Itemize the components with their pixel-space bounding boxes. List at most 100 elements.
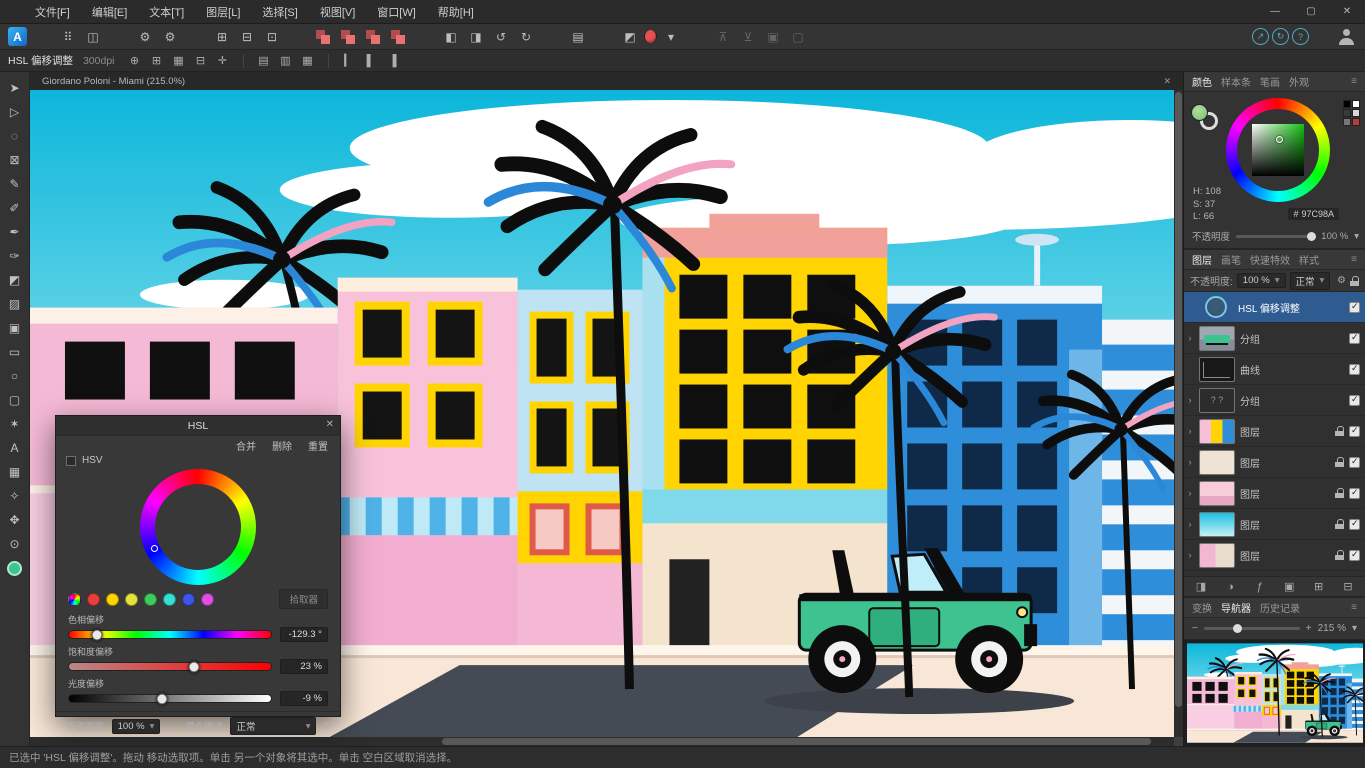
mini-swatch-3[interactable] (1352, 109, 1360, 117)
hsl-dialog-title-bar[interactable]: HSL (56, 416, 340, 436)
layer-row[interactable]: ›分组 (1184, 385, 1365, 416)
colour-swatch-3[interactable] (125, 593, 138, 606)
minimize-button[interactable]: — (1257, 0, 1293, 24)
mask-layer-icon[interactable]: ◨ (1193, 580, 1209, 593)
transparency-tool[interactable]: ▨ (3, 292, 27, 315)
visibility-checkbox[interactable] (1349, 333, 1360, 344)
visibility-checkbox[interactable] (1349, 364, 1360, 375)
visibility-checkbox[interactable] (1349, 457, 1360, 468)
fill-tool[interactable]: ◩ (3, 268, 27, 291)
help-circle-icon[interactable]: ? (1292, 28, 1309, 45)
picker-button[interactable]: 拾取器 (279, 589, 328, 609)
slider-thumb[interactable] (156, 693, 167, 704)
canvas-area[interactable]: Giordano Poloni - Miami (215.0%) HSL 合并删… (30, 72, 1183, 746)
ellipse-tool[interactable]: ○ (3, 364, 27, 387)
share-circle-icon[interactable]: ↗ (1252, 28, 1269, 45)
layer-row[interactable]: ›图层 (1184, 478, 1365, 509)
layers-blend-dropdown[interactable]: 正常 (1290, 272, 1331, 290)
zoom-out-icon[interactable] (1192, 623, 1198, 634)
node-brush-tool[interactable]: ✑ (3, 244, 27, 267)
affinity-logo[interactable]: A (8, 27, 27, 46)
layers-tab-2[interactable]: 快速特效 (1250, 252, 1290, 267)
pixel-tool[interactable]: ▦ (3, 460, 27, 483)
visibility-checkbox[interactable] (1349, 395, 1360, 406)
nav-tab-0[interactable]: 变换 (1192, 600, 1212, 615)
align-right-icon[interactable]: ▦ (298, 52, 318, 70)
add-layer-icon[interactable]: ⊞ (1311, 580, 1327, 593)
distribute-right-icon[interactable]: ▐ (383, 52, 403, 70)
mini-swatch-1[interactable] (1352, 100, 1360, 108)
brush-tool[interactable]: ✐ (3, 196, 27, 219)
designer-persona-icon[interactable]: ⠿ (57, 27, 79, 47)
rectangle-tool[interactable]: ▭ (3, 340, 27, 363)
node-tool[interactable]: ▷ (3, 100, 27, 123)
layer-row[interactable]: ›图层 (1184, 509, 1365, 540)
move-tool[interactable]: ➤ (3, 76, 27, 99)
expander-icon[interactable]: › (1186, 426, 1194, 436)
transform-origin-icon[interactable]: ⊕ (125, 52, 145, 70)
fill-stroke-indicator[interactable] (1191, 104, 1219, 128)
expander-icon[interactable]: › (1186, 333, 1194, 343)
distribute-left-icon[interactable]: ▎ (339, 52, 359, 70)
order-front-icon[interactable]: ⊼ (712, 27, 734, 47)
hex-value-field[interactable]: # 97C98A (1288, 208, 1339, 220)
layer-row[interactable]: 曲线 (1184, 354, 1365, 385)
colour-picker-tool[interactable]: ✧ (3, 484, 27, 507)
visibility-checkbox[interactable] (1349, 519, 1360, 530)
nav-tab-2[interactable]: 历史记录 (1260, 600, 1300, 615)
opacity-dropdown[interactable]: 100 % (112, 719, 161, 734)
rotate-cw-icon[interactable]: ↻ (515, 27, 537, 47)
slider-thumb[interactable] (189, 661, 200, 672)
flip-horizontal-icon[interactable]: ◧ (440, 27, 462, 47)
hue-ring-marker[interactable] (151, 545, 158, 552)
expander-icon[interactable]: › (1186, 550, 1194, 560)
ungroup-icon[interactable]: ▢ (787, 27, 809, 47)
enable-snapping-icon[interactable]: ⊞ (147, 52, 167, 70)
rotate-ccw-icon[interactable]: ↺ (490, 27, 512, 47)
panel-menu-icon[interactable] (1351, 254, 1357, 265)
mini-swatch-4[interactable] (1343, 118, 1351, 126)
alignment-icon[interactable]: ▤ (567, 27, 589, 47)
align-center-icon[interactable]: ▥ (276, 52, 296, 70)
lock-children-icon[interactable] (1350, 276, 1359, 286)
document-close-icon[interactable] (1163, 76, 1171, 87)
account-icon[interactable] (1335, 27, 1357, 47)
saturation-lightness-square[interactable] (1252, 124, 1304, 176)
luminosity-slider-track[interactable] (68, 694, 272, 703)
boolean-add-icon[interactable] (313, 27, 335, 47)
visibility-checkbox[interactable] (1349, 302, 1360, 313)
hsl-colour-wheel[interactable] (140, 469, 256, 585)
adjustment-layer-icon[interactable]: ◑ (1222, 581, 1238, 593)
vertical-scrollbar[interactable] (1174, 90, 1183, 737)
hsl-action-1[interactable]: 删除 (272, 438, 292, 451)
fill-swatch-icon[interactable] (644, 30, 657, 43)
colour-swatch-2[interactable] (106, 593, 119, 606)
gear-icon[interactable] (321, 721, 330, 732)
layers-opacity-dropdown[interactable]: 100 % (1237, 273, 1286, 288)
expander-icon[interactable]: › (1186, 457, 1194, 467)
layers-tab-1[interactable]: 画笔 (1221, 252, 1241, 267)
zoom-slider-thumb[interactable] (1233, 624, 1242, 633)
zoom-slider[interactable] (1204, 627, 1300, 630)
document-setup-gear-icon[interactable]: ⚙ (134, 27, 156, 47)
layer-row[interactable]: ›分组 (1184, 323, 1365, 354)
layers-settings-gear-icon[interactable] (1337, 275, 1346, 286)
expander-icon[interactable]: › (1186, 395, 1194, 405)
vertical-scroll-thumb[interactable] (1175, 92, 1182, 707)
panel-menu-icon[interactable] (1351, 76, 1357, 87)
layer-row[interactable]: ›图层 (1184, 447, 1365, 478)
snap-manager-icon[interactable]: ⊞ (211, 27, 233, 47)
colour-swatch-6[interactable] (182, 593, 195, 606)
boolean-intersect-icon[interactable] (363, 27, 385, 47)
flip-vertical-icon[interactable]: ◨ (465, 27, 487, 47)
layers-tab-0[interactable]: 图层 (1192, 252, 1212, 267)
layer-fx-icon[interactable]: ƒ (1252, 581, 1268, 593)
hsl-action-2[interactable]: 重置 (308, 438, 328, 451)
colour-swatch-1[interactable] (87, 593, 100, 606)
hsv-checkbox[interactable] (66, 456, 76, 466)
luminosity-slider-value[interactable]: -9 % (280, 691, 328, 706)
current-colour-indicator[interactable] (7, 561, 22, 576)
colour-opacity-value[interactable]: 100 % (1321, 231, 1348, 242)
zoom-value[interactable]: 215 % (1318, 623, 1346, 634)
zoom-tool[interactable]: ⊙ (3, 532, 27, 555)
